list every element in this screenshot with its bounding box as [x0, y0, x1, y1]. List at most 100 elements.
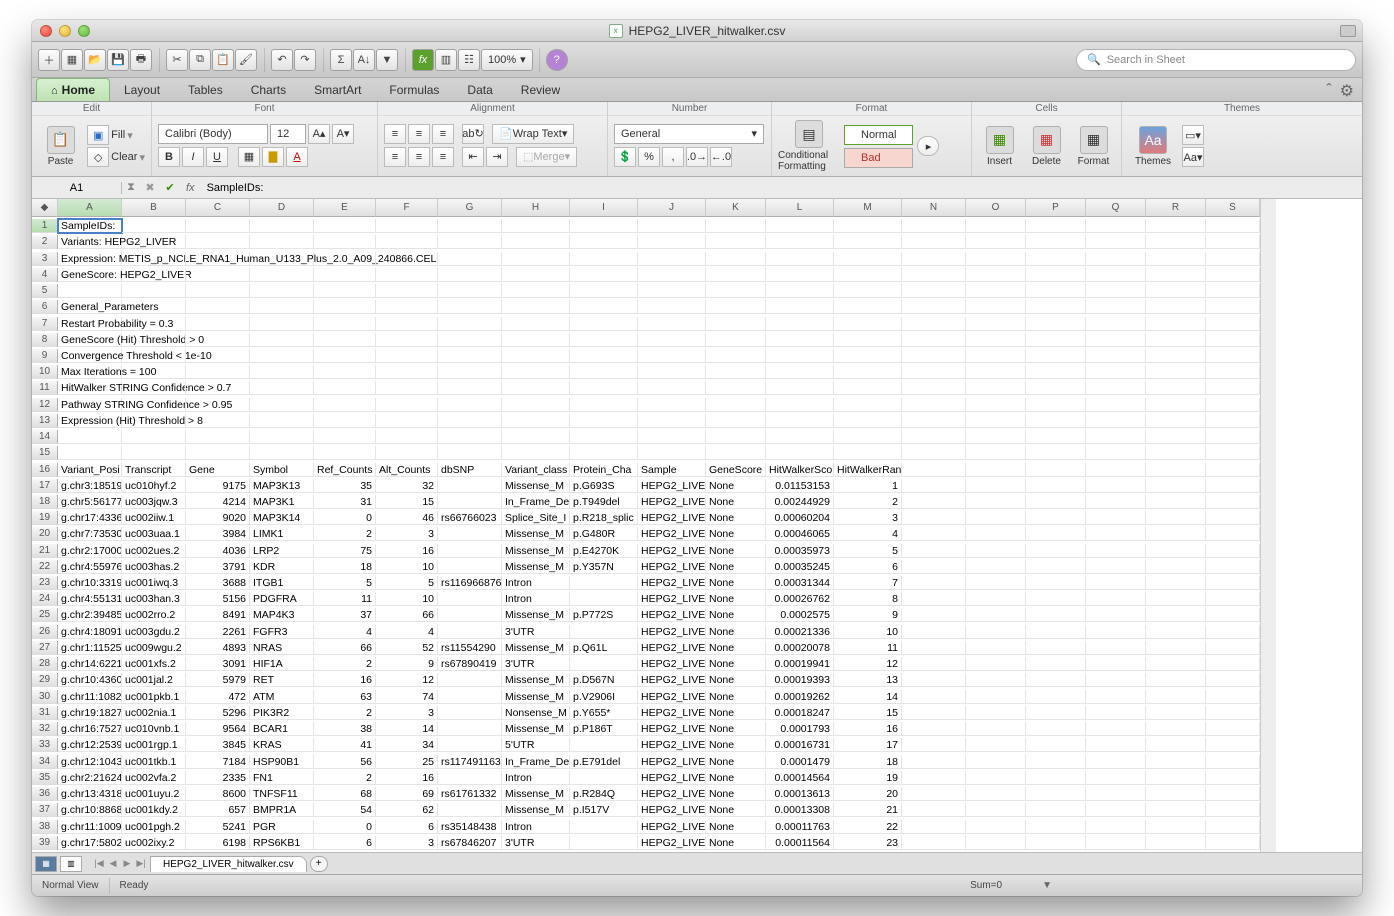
row-header[interactable]: 20 — [32, 527, 58, 541]
cell[interactable]: 5'UTR — [502, 738, 570, 752]
cell[interactable] — [314, 300, 376, 314]
cell[interactable] — [1026, 430, 1086, 444]
cell[interactable] — [966, 463, 1026, 477]
cell[interactable] — [1206, 836, 1260, 850]
cell[interactable] — [902, 641, 966, 655]
cell[interactable] — [1086, 446, 1146, 460]
cell[interactable]: 11 — [314, 592, 376, 606]
cell[interactable]: 52 — [376, 641, 438, 655]
cell[interactable]: g.chr5:56177 — [58, 495, 122, 509]
cell[interactable] — [966, 560, 1026, 574]
cell[interactable]: None — [706, 544, 766, 558]
cell[interactable]: 5241 — [186, 820, 250, 834]
cell[interactable]: HEPG2_LIVE — [638, 576, 706, 590]
cell[interactable]: HEPG2_LIVE — [638, 479, 706, 493]
cell[interactable] — [1146, 576, 1206, 590]
cell[interactable] — [1026, 820, 1086, 834]
cell[interactable]: HEPG2_LIVE — [638, 625, 706, 639]
cell[interactable]: HSP90B1 — [250, 755, 314, 769]
cell[interactable] — [1086, 755, 1146, 769]
cell[interactable] — [706, 398, 766, 412]
cell[interactable]: p.I517V — [570, 803, 638, 817]
cell[interactable] — [570, 592, 638, 606]
row-header[interactable]: 18 — [32, 495, 58, 509]
row-header[interactable]: 7 — [32, 317, 58, 331]
cell[interactable] — [1026, 673, 1086, 687]
cell[interactable] — [1206, 463, 1260, 477]
cell[interactable]: 17 — [834, 738, 902, 752]
cell[interactable] — [1026, 722, 1086, 736]
cell[interactable] — [570, 771, 638, 785]
cell[interactable] — [1146, 495, 1206, 509]
row-header[interactable]: 12 — [32, 398, 58, 412]
cell[interactable]: uc002nia.1 — [122, 706, 186, 720]
col-header[interactable]: H — [502, 199, 570, 217]
cell[interactable]: Missense_M — [502, 608, 570, 622]
cell[interactable]: None — [706, 641, 766, 655]
cell[interactable] — [186, 381, 250, 395]
cell[interactable]: HEPG2_LIVE — [638, 673, 706, 687]
cell[interactable] — [438, 317, 502, 331]
cell[interactable] — [250, 252, 314, 266]
cell[interactable] — [570, 268, 638, 282]
cell[interactable] — [834, 430, 902, 444]
cell[interactable]: 0.01153153 — [766, 479, 834, 493]
cell[interactable]: uc003has.2 — [122, 560, 186, 574]
cell[interactable] — [502, 252, 570, 266]
cell[interactable]: None — [706, 495, 766, 509]
row-header[interactable]: 39 — [32, 836, 58, 850]
cell[interactable] — [966, 803, 1026, 817]
cell[interactable] — [902, 252, 966, 266]
row-header[interactable]: 6 — [32, 300, 58, 314]
row-header[interactable]: 27 — [32, 641, 58, 655]
cell[interactable] — [186, 398, 250, 412]
save-button[interactable]: 💾 — [107, 49, 129, 71]
cell[interactable] — [1086, 625, 1146, 639]
cell[interactable] — [966, 495, 1026, 509]
cell[interactable]: 22 — [834, 820, 902, 834]
cell[interactable] — [966, 527, 1026, 541]
cell[interactable]: Missense_M — [502, 803, 570, 817]
cell[interactable]: HitWalkerSco — [766, 463, 834, 477]
cell[interactable]: MAP3K1 — [250, 495, 314, 509]
cell[interactable] — [1086, 608, 1146, 622]
cell[interactable] — [1086, 430, 1146, 444]
cell[interactable]: p.V2906I — [570, 690, 638, 704]
cell[interactable]: 41 — [314, 738, 376, 752]
cell[interactable]: g.chr10:3319 — [58, 576, 122, 590]
cell[interactable] — [186, 317, 250, 331]
cell[interactable]: 0.00016731 — [766, 738, 834, 752]
cell[interactable]: 74 — [376, 690, 438, 704]
cell[interactable] — [438, 771, 502, 785]
cell[interactable]: g.chr2:39485 — [58, 608, 122, 622]
help-button[interactable]: ? — [546, 49, 568, 71]
cell[interactable]: g.chr1:11525 — [58, 641, 122, 655]
cell[interactable]: None — [706, 803, 766, 817]
dec-decimal-button[interactable]: ←.0 — [710, 147, 732, 167]
cell[interactable] — [376, 349, 438, 363]
cell[interactable]: 31 — [314, 495, 376, 509]
cell[interactable]: 0.00021336 — [766, 625, 834, 639]
cell[interactable]: ATM — [250, 690, 314, 704]
cell[interactable]: ITGB1 — [250, 576, 314, 590]
cell[interactable] — [376, 317, 438, 331]
cell[interactable] — [766, 333, 834, 347]
cell[interactable]: MAP3K14 — [250, 511, 314, 525]
cell[interactable]: HEPG2_LIVE — [638, 803, 706, 817]
cell[interactable] — [902, 381, 966, 395]
row-header[interactable]: 4 — [32, 268, 58, 282]
italic-button[interactable]: I — [182, 147, 204, 167]
tab-tables[interactable]: Tables — [174, 79, 237, 101]
cell[interactable]: Symbol — [250, 463, 314, 477]
cell[interactable] — [966, 592, 1026, 606]
accept-formula-button[interactable]: ✔ — [160, 181, 180, 194]
cell[interactable]: 7184 — [186, 755, 250, 769]
cell[interactable] — [902, 268, 966, 282]
cell[interactable] — [1026, 252, 1086, 266]
shrink-font-button[interactable]: A▾ — [332, 124, 354, 144]
cell[interactable]: TNFSF11 — [250, 787, 314, 801]
cell[interactable]: 2 — [314, 527, 376, 541]
cell[interactable] — [314, 381, 376, 395]
cell[interactable]: HEPG2_LIVE — [638, 560, 706, 574]
cell[interactable]: 3091 — [186, 657, 250, 671]
